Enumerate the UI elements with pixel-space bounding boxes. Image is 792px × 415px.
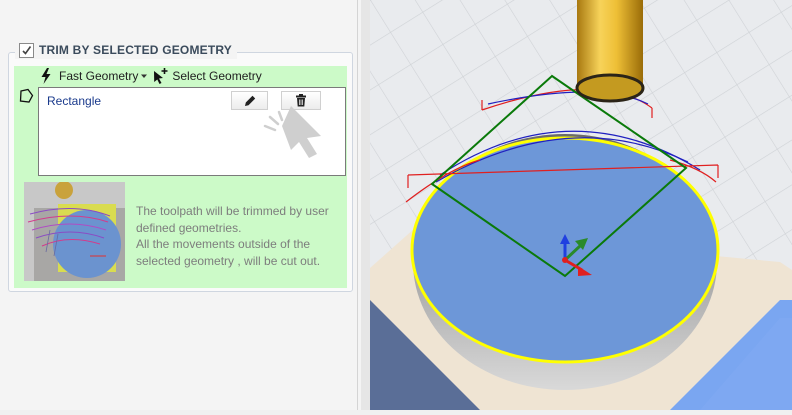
trim-checkbox[interactable]: [19, 42, 34, 58]
fast-geometry-dropdown[interactable]: Fast Geometry: [40, 68, 148, 84]
checkbox-icon: [22, 45, 32, 55]
panel-divider: [357, 0, 358, 410]
polygon-icon: [19, 88, 34, 103]
pointer-cursor-icon: [263, 106, 321, 158]
trim-preview-image: [24, 182, 125, 281]
dropdown-arrow-icon: [141, 74, 148, 78]
geometry-list-item[interactable]: Rectangle: [47, 94, 101, 108]
select-geometry-button[interactable]: Select Geometry: [152, 68, 262, 84]
select-geometry-label: Select Geometry: [172, 69, 262, 83]
lightning-icon: [41, 68, 51, 84]
geometry-toolbar: Fast Geometry Select Geometry: [40, 66, 262, 86]
trim-group-header[interactable]: TRIM BY SELECTED GEOMETRY: [15, 41, 238, 59]
geometry-list[interactable]: Rectangle: [38, 87, 346, 176]
trim-settings-area: Fast Geometry Select Geometry Rectangle: [14, 66, 347, 288]
pencil-icon: [244, 95, 255, 106]
description-line: selected geometry , will be cut out.: [136, 253, 321, 268]
description-line: All the movements outside of the: [136, 237, 311, 251]
tool-tip: [575, 73, 645, 103]
fast-geometry-label: Fast Geometry: [59, 69, 139, 83]
trim-group-title: TRIM BY SELECTED GEOMETRY: [39, 43, 233, 57]
cursor-plus-icon: [154, 68, 168, 84]
description-line: The toolpath will be trimmed by user: [136, 204, 329, 218]
trim-description: The toolpath will be trimmed by user def…: [136, 203, 344, 269]
3d-viewport[interactable]: [370, 0, 792, 410]
panel-splitter[interactable]: [361, 0, 370, 410]
description-line: defined geometries.: [136, 220, 242, 235]
